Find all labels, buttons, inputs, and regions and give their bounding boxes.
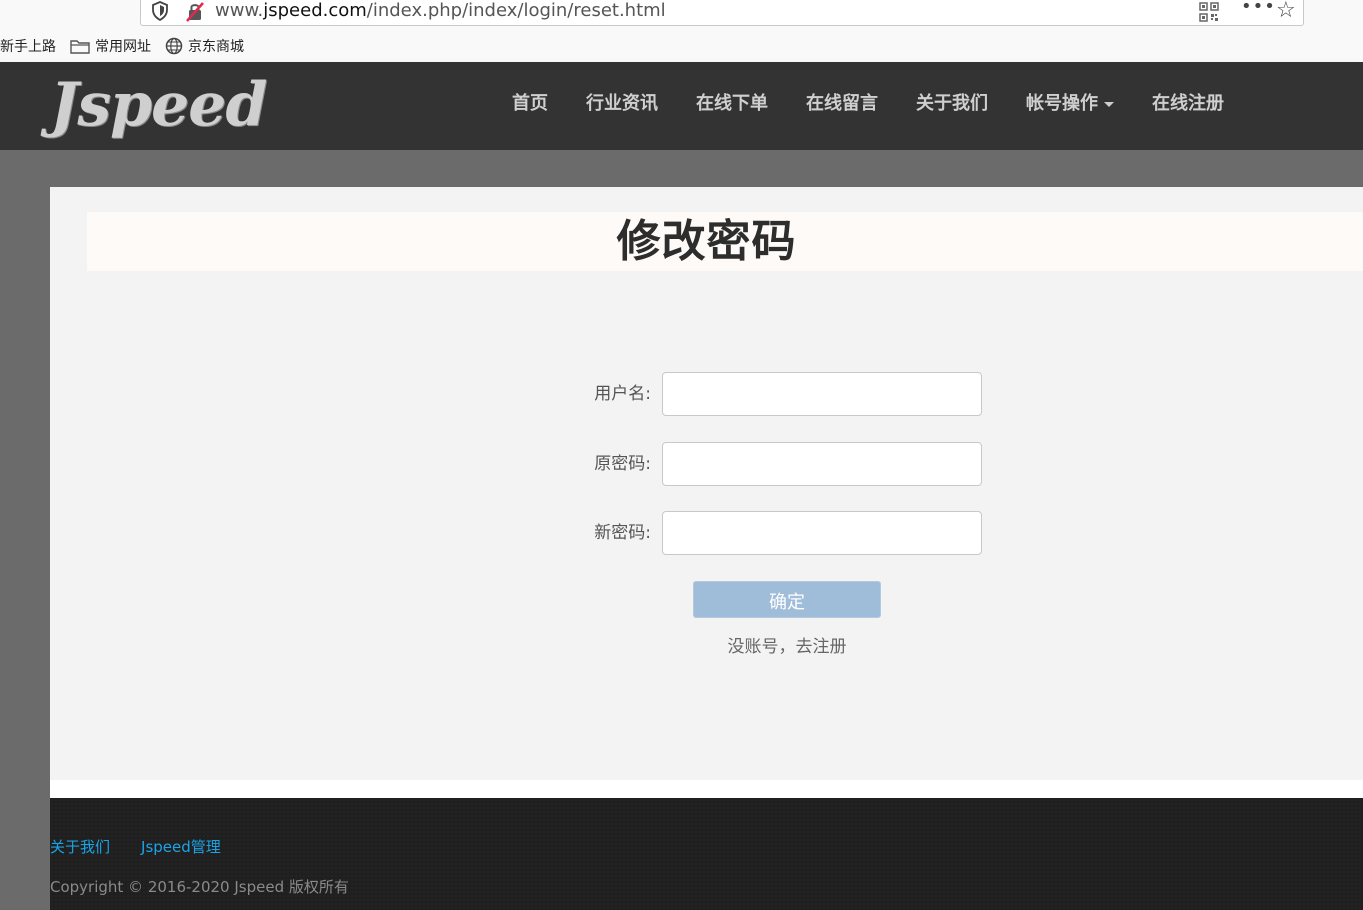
nav-label: 帐号操作: [1026, 93, 1098, 114]
bookmarks-bar: 新手上路 常用网址 京东商城: [0, 34, 258, 58]
bookmark-newbie[interactable]: 新手上路: [0, 36, 56, 56]
nav-label: 关于我们: [916, 93, 988, 114]
qr-code-icon[interactable]: [1199, 2, 1219, 22]
nav-label: 首页: [512, 93, 548, 114]
url-prefix: www.: [215, 0, 264, 21]
nav-label: 在线留言: [806, 93, 878, 114]
old-password-label: 原密码:: [594, 454, 651, 474]
browser-chrome: www.jspeed.com/index.php/index/login/res…: [0, 0, 1363, 62]
globe-icon: [165, 37, 183, 55]
nav-about-us[interactable]: 关于我们: [897, 88, 1007, 120]
content-divider: [50, 780, 1363, 798]
address-bar[interactable]: www.jspeed.com/index.php/index/login/res…: [140, 0, 1304, 26]
copyright-text: Copyright © 2016-2020 Jspeed 版权所有: [50, 878, 349, 896]
page-title: 修改密码: [616, 216, 797, 267]
username-label: 用户名:: [594, 384, 651, 404]
bookmark-label: 新手上路: [0, 39, 56, 55]
bookmark-label: 京东商城: [188, 39, 244, 55]
register-link[interactable]: 没账号，去注册: [693, 632, 881, 657]
title-band: 修改密码: [87, 212, 1363, 271]
nav-label: 在线注册: [1152, 93, 1224, 114]
new-password-label: 新密码:: [594, 523, 651, 543]
reset-password-panel: 修改密码 用户名: 原密码: 新密码: 确定 没账号，去注册: [50, 187, 1363, 780]
new-password-input[interactable]: [662, 511, 982, 555]
footer-links: 关于我们 Jspeed管理: [50, 836, 252, 857]
footer-about-link[interactable]: 关于我们: [50, 836, 110, 857]
url-text[interactable]: www.jspeed.com/index.php/index/login/res…: [215, 0, 666, 21]
main-nav: 首页 行业资讯 在线下单 在线留言 关于我们 帐号操作 在线注册: [493, 88, 1243, 120]
folder-icon: [70, 40, 90, 54]
site-header: Jspeed 首页 行业资讯 在线下单 在线留言 关于我们 帐号操作 在线注册: [0, 62, 1363, 150]
nav-label: 行业资讯: [586, 93, 658, 114]
nav-home[interactable]: 首页: [493, 88, 567, 120]
footer-admin-link[interactable]: Jspeed管理: [141, 836, 221, 857]
shield-icon[interactable]: [151, 1, 169, 23]
bookmark-star-icon[interactable]: ☆: [1276, 0, 1296, 23]
nav-account-dropdown[interactable]: 帐号操作: [1007, 88, 1133, 120]
nav-label: 在线下单: [696, 93, 768, 114]
old-password-input[interactable]: [662, 442, 982, 486]
bookmark-label: 常用网址: [95, 39, 151, 55]
new-password-row: 新密码:: [50, 511, 1363, 555]
nav-online-order[interactable]: 在线下单: [677, 88, 787, 120]
username-row: 用户名:: [50, 372, 1363, 416]
confirm-button[interactable]: 确定: [693, 581, 881, 618]
nav-industry-news[interactable]: 行业资讯: [567, 88, 677, 120]
old-password-row: 原密码:: [50, 442, 1363, 486]
site-logo[interactable]: Jspeed: [50, 70, 267, 140]
username-input[interactable]: [662, 372, 982, 416]
nav-online-message[interactable]: 在线留言: [787, 88, 897, 120]
url-path: /index.php/index/login/reset.html: [366, 0, 666, 21]
bookmark-common-sites[interactable]: 常用网址: [70, 36, 151, 56]
url-host: jspeed.com: [263, 0, 367, 21]
bookmark-jd[interactable]: 京东商城: [165, 36, 244, 56]
nav-register[interactable]: 在线注册: [1133, 88, 1243, 120]
site-footer: 关于我们 Jspeed管理 Copyright © 2016-2020 Jspe…: [50, 798, 1363, 910]
more-icon[interactable]: •••: [1241, 0, 1276, 17]
caret-down-icon: [1104, 101, 1114, 107]
insecure-lock-icon[interactable]: [185, 1, 205, 23]
